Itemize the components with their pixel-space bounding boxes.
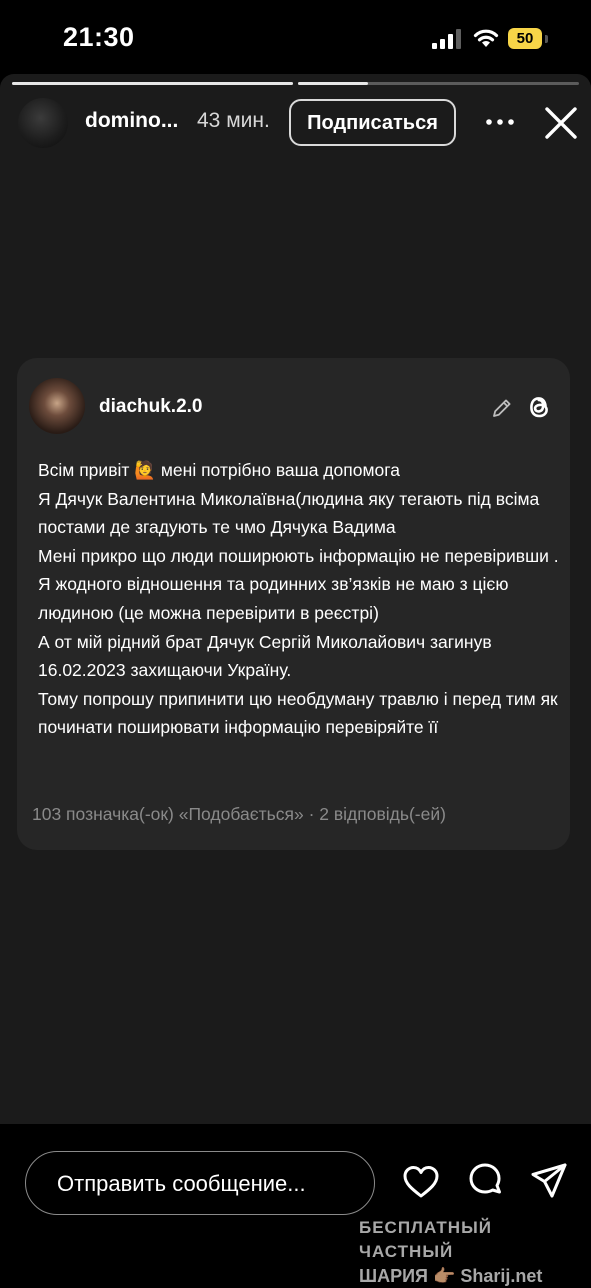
threads-post-card[interactable]: diachuk.2.0 Всім привіт 🙋 мені потрібно … <box>17 358 570 850</box>
heart-icon[interactable] <box>402 1164 440 1200</box>
story-progress-fill <box>12 82 293 85</box>
message-input[interactable]: Отправить сообщение... <box>25 1151 375 1215</box>
battery-level: 50 <box>508 28 542 49</box>
cellular-signal-icon <box>432 29 461 49</box>
post-text: Всім привіт 🙋 мені потрібно ваша допомог… <box>38 456 563 742</box>
story-author-username[interactable]: domino... <box>85 109 178 133</box>
more-icon[interactable] <box>484 107 516 137</box>
story-progress-segment <box>298 82 579 85</box>
status-bar: 21:30 50 <box>0 0 591 74</box>
watermark-line: БЕСПЛАТНЫЙ ЧАСТНЫЙ <box>359 1218 492 1261</box>
close-icon[interactable] <box>542 104 580 142</box>
story-author-avatar[interactable] <box>18 98 68 148</box>
post-author-avatar <box>29 378 85 434</box>
post-stats: 103 позначка(-ок) «Подобається» · 2 відп… <box>32 804 446 824</box>
post-author-username: diachuk.2.0 <box>99 396 203 417</box>
story-time-ago: 43 мин. <box>197 109 270 132</box>
send-icon[interactable] <box>529 1162 569 1200</box>
watermark-line: ШАРИЯ 👉🏽 Sharij.net <box>359 1266 543 1286</box>
post-paragraph: Всім привіт 🙋 мені потрібно ваша допомог… <box>38 460 400 480</box>
watermark: БЕСПЛАТНЫЙ ЧАСТНЫЙ ШАРИЯ 👉🏽 Sharij.net <box>359 1216 579 1288</box>
status-time: 21:30 <box>63 22 135 52</box>
message-input-placeholder: Отправить сообщение... <box>57 1171 306 1196</box>
post-paragraph: Тому попрошу припинити цю необдуману тра… <box>38 688 558 738</box>
story-progress-fill <box>298 82 369 85</box>
comment-icon[interactable] <box>466 1162 504 1200</box>
threads-logo-icon <box>530 397 548 418</box>
post-paragraph: А от мій рідний брат Дячук Сергій Микола… <box>38 631 492 681</box>
post-paragraph: Я жодного відношення та родинних зв’язкі… <box>38 574 509 623</box>
post-paragraph: Мені прикро що люди поширюють інформацію… <box>38 545 559 566</box>
follow-button[interactable]: Подписаться <box>289 99 456 146</box>
story-progress-segment <box>12 82 293 85</box>
pencil-icon <box>493 399 511 417</box>
battery-icon: 50 <box>508 28 550 49</box>
wifi-icon <box>473 29 499 47</box>
post-paragraph: Я Дячук Валентина Миколаївна(людина яку … <box>38 488 540 538</box>
